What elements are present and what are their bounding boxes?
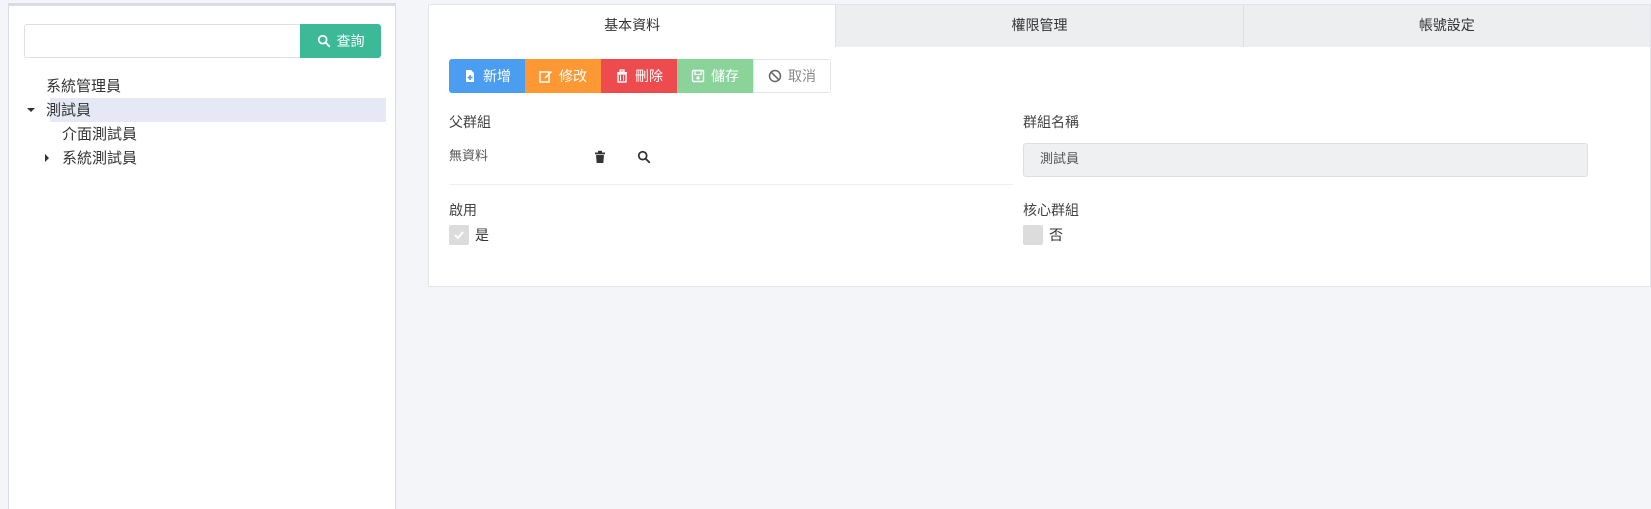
save-button-label: 儲存 [711, 69, 739, 85]
tree-node-label: 測試員 [46, 101, 92, 119]
parent-group-field: 無資料 [449, 145, 1013, 185]
tree-node-label: 系統管理員 [46, 77, 122, 95]
search-button-label: 查詢 [336, 34, 365, 50]
file-add-icon [466, 70, 474, 82]
core-group-checkbox [1023, 225, 1043, 245]
edit-icon [539, 71, 552, 83]
search-icon[interactable] [637, 150, 651, 164]
tree-node-system-tester[interactable]: 系統測試員 [24, 146, 389, 170]
group-name-input: 測試員 [1023, 143, 1588, 177]
parent-group-value: 無資料 [449, 149, 489, 164]
enabled-checkbox [449, 225, 469, 245]
save-button[interactable]: 儲存 [677, 59, 753, 93]
enabled-value: 是 [475, 228, 489, 244]
tab-basic-info[interactable]: 基本資料 [429, 5, 836, 47]
group-detail-panel: 基本資料 權限管理 帳號設定 新增 修改 刪除 儲存 取消 父群組 無資料 群組… [428, 4, 1651, 287]
trash-icon [617, 69, 627, 83]
delete-button-label: 刪除 [635, 69, 663, 85]
group-name-label: 群組名稱 [1023, 115, 1079, 131]
search-bar: 查詢 [24, 24, 381, 58]
caret-right-icon[interactable] [42, 146, 52, 170]
clear-trash-icon[interactable] [593, 150, 607, 164]
delete-button[interactable]: 刪除 [601, 59, 677, 93]
enabled-checkbox-row: 是 [449, 225, 489, 245]
tab-account-settings[interactable]: 帳號設定 [1242, 5, 1650, 47]
tab-bar: 基本資料 權限管理 帳號設定 [429, 5, 1650, 47]
edit-button[interactable]: 修改 [525, 59, 601, 93]
search-button[interactable]: 查詢 [300, 24, 381, 58]
tree-node-system-admin[interactable]: 系統管理員 [24, 74, 389, 98]
cancel-button[interactable]: 取消 [753, 59, 831, 93]
tree-node-label: 系統測試員 [62, 149, 138, 167]
edit-button-label: 修改 [559, 69, 587, 85]
check-icon [454, 231, 464, 240]
caret-down-icon[interactable] [26, 98, 36, 122]
tab-permissions[interactable]: 權限管理 [835, 5, 1243, 47]
core-group-value: 否 [1049, 228, 1063, 244]
core-group-label: 核心群組 [1023, 203, 1079, 219]
search-icon [317, 34, 330, 48]
group-tree-panel: 查詢 系統管理員 測試員 介面測試員 系統測試員 [8, 3, 396, 509]
tree-node-tester[interactable]: 測試員 [24, 98, 389, 122]
core-group-checkbox-row: 否 [1023, 225, 1063, 245]
group-tree: 系統管理員 測試員 介面測試員 系統測試員 [24, 74, 389, 170]
tree-node-ui-tester[interactable]: 介面測試員 [24, 122, 389, 146]
cancel-button-label: 取消 [788, 69, 816, 85]
enabled-label: 啟用 [449, 203, 477, 219]
tree-node-label: 介面測試員 [62, 125, 138, 143]
add-button[interactable]: 新增 [449, 59, 525, 93]
parent-group-label: 父群組 [449, 115, 491, 131]
action-toolbar: 新增 修改 刪除 儲存 取消 [449, 59, 831, 93]
ban-icon [768, 69, 782, 83]
add-button-label: 新增 [483, 69, 511, 85]
tree-node-highlight [50, 98, 386, 122]
save-icon [691, 69, 705, 83]
search-input[interactable] [24, 24, 300, 58]
